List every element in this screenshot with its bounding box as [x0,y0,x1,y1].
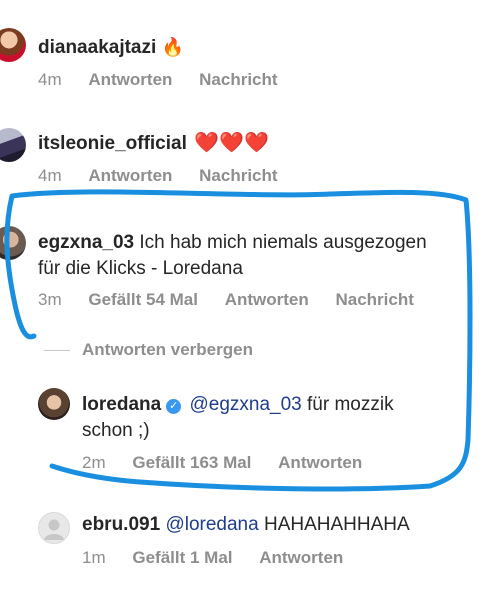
avatar[interactable] [0,128,26,162]
verified-badge-icon: ✓ [166,399,182,414]
comment-meta: 4m Antworten Nachricht [38,166,300,186]
comment-username[interactable]: ebru.091 [82,514,160,535]
comment-time: 1m [82,548,106,567]
comment-body: HAHAHAHHAHA [263,514,410,535]
fire-emoji: 🔥 [161,37,184,57]
comment-text: itsleonie_official ❤️❤️❤️ [38,130,269,157]
mention-link[interactable]: @loredana [165,514,258,535]
hide-replies-button[interactable]: Antworten verbergen [44,340,253,360]
message-button[interactable]: Nachricht [199,166,277,185]
avatar[interactable] [0,28,26,62]
comment-meta: 1m Gefällt 1 Mal Antworten [82,548,365,568]
reply-button[interactable]: Antworten [88,166,172,185]
avatar[interactable] [38,512,70,544]
reply-meta: 2m Gefällt 163 Mal Antworten [82,453,384,473]
avatar[interactable] [38,388,70,420]
reply-text: loredana ✓ @egzxna_03 für mozzik schon ;) [82,392,442,444]
message-button[interactable]: Nachricht [335,290,413,309]
likes-count[interactable]: Gefällt 1 Mal [132,548,232,567]
reply-time: 2m [82,453,106,472]
comment-text: ebru.091 @loredana HAHAHAHHAHA [82,512,410,538]
comment-username[interactable]: egzxna_03 [38,232,134,253]
hide-replies-label: Antworten verbergen [82,340,253,359]
reply-button[interactable]: Antworten [259,548,343,567]
divider [44,349,70,351]
likes-count[interactable]: Gefällt 54 Mal [88,290,198,309]
reply-username[interactable]: loredana [82,394,161,415]
reply-button[interactable]: Antworten [88,70,172,89]
likes-count[interactable]: Gefällt 163 Mal [132,453,251,472]
comment-text: dianaakajtazi 🔥 [38,34,184,61]
comment-time: 3m [38,290,62,309]
reply-button[interactable]: Antworten [225,290,309,309]
comment-text: egzxna_03 Ich hab mich niemals ausgezoge… [38,230,438,282]
heart-icon: ❤️❤️❤️ [194,132,269,154]
default-avatar-icon [44,519,64,540]
reply-button[interactable]: Antworten [278,453,362,472]
comment-username[interactable]: dianaakajtazi [38,37,156,58]
comment-time: 4m [38,166,62,185]
avatar[interactable] [0,226,26,260]
mention-link[interactable]: @egzxna_03 [189,394,301,415]
message-button[interactable]: Nachricht [199,70,277,89]
comment-meta: 3m Gefällt 54 Mal Antworten Nachricht [38,290,436,310]
comment-meta: 4m Antworten Nachricht [38,70,300,90]
comment-time: 4m [38,70,62,89]
comment-username[interactable]: itsleonie_official [38,133,187,154]
